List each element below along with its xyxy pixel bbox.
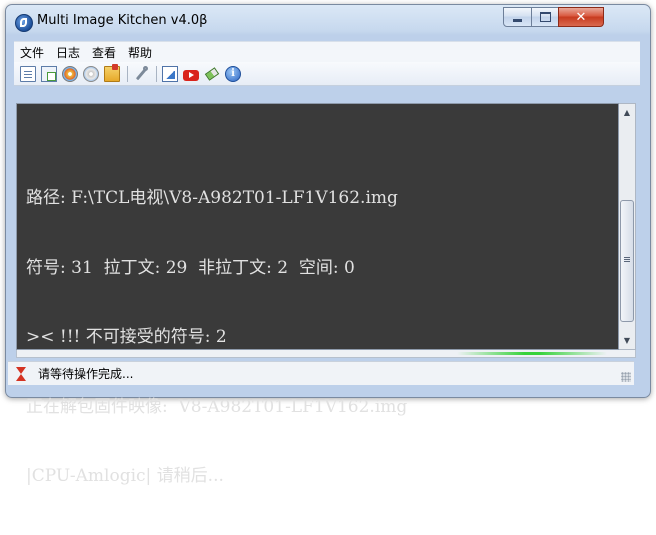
log-line-symbols: 符号: 31 拉丁文: 29 非拉丁文: 2 空间: 0 [26,257,355,278]
maximize-button[interactable] [531,7,559,27]
log-line-unpacking: 正在解包固件映像: V8-A982T01-LF1V162.img [26,396,408,417]
menu-help[interactable]: 帮助 [122,44,158,61]
close-button[interactable]: ✕ [558,7,604,27]
info-icon[interactable]: i [225,65,241,82]
maximize-icon [539,12,551,22]
progress-indicator [457,352,607,355]
menu-file[interactable]: 文件 [14,44,50,61]
title-bar[interactable]: Multi Image Kitchen v4.0β ✕ [6,5,650,41]
console-output[interactable]: 路径: F:\TCL电视\V8-A982T01-LF1V162.img 符号: … [16,103,619,486]
window-title: Multi Image Kitchen v4.0β [37,13,208,28]
open-folder-icon[interactable] [104,63,120,82]
scroll-grip-icon [624,257,630,258]
chart-icon[interactable] [162,65,178,82]
menu-bar: 文件 日志 查看 帮助 [14,41,640,62]
new-document-icon[interactable] [20,65,36,82]
minimize-button[interactable] [503,7,532,27]
progress-bar [16,350,636,358]
minimize-icon [513,18,522,22]
disc-icon[interactable] [62,65,78,82]
status-text: 请等待操作完成... [38,367,134,381]
console-scrollbar[interactable]: ▲ ▼ [619,103,636,350]
log-line-warning: >< !!! 不可接受的符号: 2 [26,327,227,347]
close-icon: ✕ [575,9,587,25]
eraser-icon[interactable] [204,66,220,82]
scroll-down-arrow-icon[interactable]: ▼ [619,332,635,349]
toolbar-separator [127,65,128,82]
scroll-thumb[interactable] [620,200,634,322]
menu-log[interactable]: 日志 [50,44,86,61]
toolbar-separator [156,65,157,82]
wrench-icon[interactable] [133,65,149,82]
log-line-cpu: |CPU-Amlogic| 请稍后... [26,466,224,486]
log-text: 路径: F:\TCL电视\V8-A982T01-LF1V162.img 符号: … [26,141,604,535]
app-logo-icon [15,14,33,32]
cd-icon[interactable] [83,65,99,82]
status-bar: 请等待操作完成... [8,361,634,385]
menu-view[interactable]: 查看 [86,44,122,61]
hourglass-icon [16,366,26,381]
resize-grip-icon[interactable] [621,372,631,382]
scroll-up-arrow-icon[interactable]: ▲ [619,104,635,121]
log-line-path: 路径: F:\TCL电视\V8-A982T01-LF1V162.img [26,188,398,208]
toolbar: i [14,62,640,86]
video-icon[interactable] [183,69,199,81]
copy-document-icon[interactable] [41,65,57,82]
